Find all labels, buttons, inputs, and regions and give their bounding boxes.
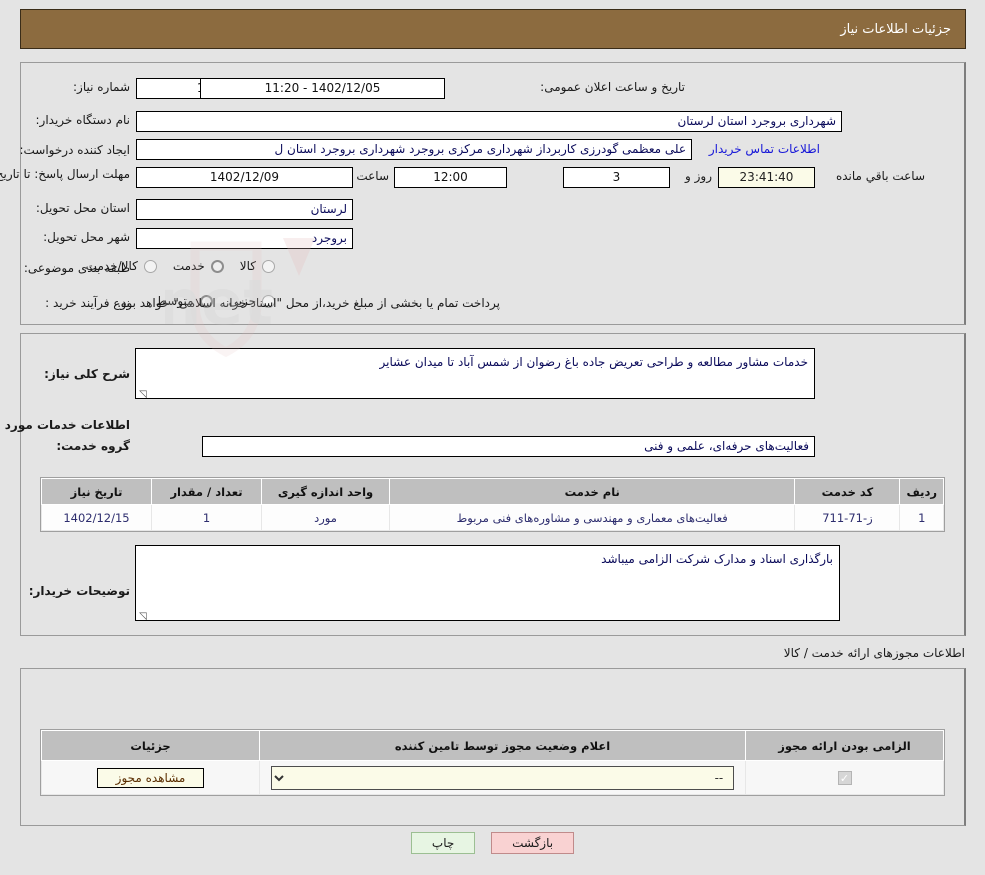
- services-grid: ردیف کد خدمت نام خدمت واحد اندازه گیری ت…: [41, 478, 944, 531]
- category-radio-label-1: خدمت: [172, 259, 205, 273]
- cell-code: ز-71-711: [794, 504, 901, 531]
- need-number-label: شماره نیاز:: [73, 80, 130, 94]
- table-row: 1 ز-71-711 فعالیت‌های معماری و مهندسی و …: [41, 504, 944, 531]
- buyer-notes-text: بارگذاری اسناد و مدارک شرکت الزامی میباش…: [601, 552, 833, 566]
- buyer-notes-label: توضیحات خریدار:: [28, 584, 130, 598]
- services-caption: اطلاعات خدمات مورد نیاز: [0, 418, 130, 432]
- back-button[interactable]: بازگشت: [491, 832, 575, 854]
- th-permit-required: الزامی بودن ارائه مجوز: [745, 730, 944, 761]
- category-radio-label-2: کالا/خدمت: [85, 259, 138, 273]
- announce-label: تاریخ و ساعت اعلان عمومی:: [540, 80, 685, 94]
- category-radio-2[interactable]: [143, 259, 157, 273]
- buyer-org-label-wrap: نام دستگاه خریدار:: [36, 112, 131, 128]
- th-code: کد خدمت: [794, 478, 901, 505]
- need-number-label-wrap: شماره نیاز:: [73, 79, 130, 95]
- province-label-wrap: استان محل تحویل:: [36, 200, 130, 216]
- page-header: جزئیات اطلاعات نیاز: [20, 9, 966, 49]
- th-row: ردیف: [899, 478, 944, 505]
- buyer-org-value: شهرداری بروجرد استان لرستان: [136, 111, 842, 132]
- services-header-row: ردیف کد خدمت نام خدمت واحد اندازه گیری ت…: [41, 478, 944, 505]
- cell-unit: مورد: [261, 504, 390, 531]
- category-radio-label-0: کالا: [239, 259, 256, 273]
- cell-permit-status: --: [259, 760, 746, 795]
- buyer-contact-link[interactable]: اطلاعات تماس خریدار: [709, 142, 820, 156]
- summary-textarea[interactable]: خدمات مشاور مطالعه و طراحی تعریض جاده با…: [135, 348, 815, 399]
- city-label: شهر محل تحویل:: [43, 230, 130, 244]
- summary-text: خدمات مشاور مطالعه و طراحی تعریض جاده با…: [379, 355, 808, 369]
- th-date: تاریخ نیاز: [41, 478, 152, 505]
- buyer-org-label: نام دستگاه خریدار:: [35, 113, 131, 127]
- creator-label: ایجاد کننده درخواست:: [19, 143, 130, 157]
- days-and-label: روز و: [685, 169, 712, 183]
- page-root: جزئیات اطلاعات نیاز AriaTender.net شماره…: [0, 0, 985, 875]
- cell-row: 1: [899, 504, 944, 531]
- footer-actions: بازگشت چاپ: [0, 832, 985, 854]
- view-permit-button[interactable]: مشاهده مجوز: [96, 767, 205, 788]
- process-note: پرداخت تمام یا بخشی از مبلغ خرید،از محل …: [117, 296, 500, 310]
- deadline-label-wrap: مهلت ارسال پاسخ: تا تاریخ:: [0, 166, 130, 182]
- permits-header-row: الزامی بودن ارائه مجوز اعلام وضعیت مجوز …: [41, 730, 944, 761]
- page-title: جزئیات اطلاعات نیاز: [840, 21, 951, 37]
- permit-status-select[interactable]: --: [270, 765, 735, 790]
- need-info-panel: [20, 62, 966, 325]
- remaining-suffix-label: ساعت باقي مانده: [835, 169, 925, 183]
- cell-permit-details: مشاهده مجوز: [41, 760, 260, 795]
- province-label: استان محل تحویل:: [35, 201, 130, 215]
- service-group-value: فعالیت‌های حرفه‌ای، علمی و فنی: [202, 436, 815, 457]
- deadline-label: مهلت ارسال پاسخ: تا تاریخ:: [0, 167, 130, 181]
- th-name: نام خدمت: [388, 478, 796, 505]
- permits-table: الزامی بودن ارائه مجوز اعلام وضعیت مجوز …: [40, 729, 945, 796]
- city-label-wrap: شهر محل تحویل:: [43, 229, 130, 245]
- deadline-date-value: 1402/12/09: [136, 167, 353, 188]
- buyer-notes-textarea[interactable]: بارگذاری اسناد و مدارک شرکت الزامی میباش…: [135, 545, 840, 621]
- th-permit-status: اعلام وضعیت مجوز توسط تامین کننده: [259, 730, 746, 761]
- permits-grid: الزامی بودن ارائه مجوز اعلام وضعیت مجوز …: [41, 730, 944, 795]
- remaining-time-value: 23:41:40: [718, 167, 815, 188]
- creator-label-wrap: ایجاد کننده درخواست:: [19, 142, 130, 158]
- summary-label: شرح کلی نیاز:: [44, 367, 130, 381]
- th-unit: واحد اندازه گیری: [261, 478, 390, 505]
- cell-name: فعالیت‌های معماری و مهندسی و مشاوره‌های …: [388, 504, 796, 531]
- cell-permit-required: ✓: [745, 760, 944, 795]
- resize-grip-icon[interactable]: ◸: [139, 387, 149, 398]
- announce-value: 1402/12/05 - 11:20: [200, 78, 445, 99]
- announce-label-wrap: تاریخ و ساعت اعلان عمومی:: [540, 79, 685, 95]
- check-icon: ✓: [837, 770, 852, 785]
- th-qty: تعداد / مقدار: [151, 478, 262, 505]
- cell-qty: 1: [151, 504, 262, 531]
- resize-grip-icon-2[interactable]: ◸: [139, 609, 149, 620]
- category-radio-0[interactable]: [262, 259, 275, 273]
- permits-caption: اطلاعات مجوزهای ارائه خدمت / کالا: [783, 646, 965, 660]
- category-radio-1[interactable]: [210, 259, 224, 273]
- remaining-days-value: 3: [563, 167, 670, 188]
- service-group-label: گروه خدمت:: [56, 439, 130, 453]
- city-value: بروجرد: [136, 228, 353, 249]
- print-button[interactable]: چاپ: [410, 832, 476, 854]
- th-permit-details: جزئیات: [41, 730, 260, 761]
- deadline-hour-value: 12:00: [394, 167, 507, 188]
- cell-date: 1402/12/15: [41, 504, 152, 531]
- services-table: ردیف کد خدمت نام خدمت واحد اندازه گیری ت…: [40, 477, 945, 532]
- deadline-hour-label: ساعت: [356, 169, 389, 183]
- category-radio-group: کالا خدمت کالا/خدمت: [76, 259, 275, 273]
- province-value: لرستان: [136, 199, 353, 220]
- creator-value: علی معظمی گودرزی کاربرداز شهرداری مرکزی …: [136, 139, 692, 160]
- table-row: ✓ -- مشاهده مجوز: [41, 760, 944, 795]
